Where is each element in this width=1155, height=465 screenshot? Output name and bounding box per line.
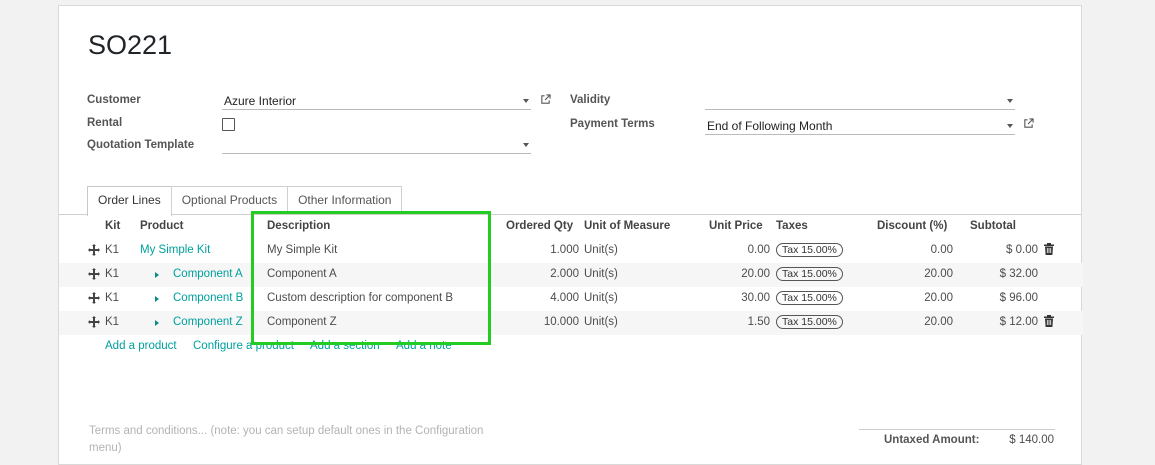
caret-right-icon xyxy=(155,320,159,326)
column-header-taxes[interactable]: Taxes xyxy=(776,220,808,232)
tab-divider xyxy=(59,214,1081,215)
product-cell[interactable]: Component B xyxy=(173,292,243,304)
table-row[interactable]: K1 My Simple Kit My Simple Kit 1.000 Uni… xyxy=(59,239,1083,263)
payment-terms-field[interactable]: End of Following Month xyxy=(705,117,1015,135)
ordered-qty-cell[interactable]: 10.000 xyxy=(499,316,579,328)
chevron-down-icon xyxy=(1007,124,1013,128)
unit-price-cell[interactable]: 30.00 xyxy=(699,292,770,304)
column-header-unit-price[interactable]: Unit Price xyxy=(709,220,763,232)
quotation-template-label: Quotation Template xyxy=(87,139,195,151)
payment-terms-value: End of Following Month xyxy=(707,119,833,133)
discount-cell[interactable]: 20.00 xyxy=(879,292,953,304)
external-link-icon[interactable] xyxy=(1023,118,1034,129)
uom-cell[interactable]: Unit(s) xyxy=(584,316,618,328)
kit-cell: K1 xyxy=(105,268,120,280)
trash-icon[interactable] xyxy=(1044,315,1054,327)
column-header-ordered-qty[interactable]: Ordered Qty xyxy=(506,220,573,232)
uom-cell[interactable]: Unit(s) xyxy=(584,244,618,256)
drag-handle-icon[interactable] xyxy=(88,244,100,256)
tax-badge[interactable]: Tax 15.00% xyxy=(776,243,843,257)
sales-order-sheet: SO221 Customer Azure Interior Rental Quo… xyxy=(58,5,1083,465)
chevron-down-icon xyxy=(523,143,529,147)
notebook-tabs: Order Lines Optional Products Other Info… xyxy=(87,186,403,216)
product-cell[interactable]: Component Z xyxy=(173,316,243,328)
drag-handle-icon[interactable] xyxy=(88,292,100,304)
untaxed-amount-label: Untaxed Amount: xyxy=(884,434,980,446)
discount-cell[interactable]: 20.00 xyxy=(879,268,953,280)
caret-right-icon xyxy=(155,272,159,278)
page-title: SO221 xyxy=(88,30,173,60)
product-cell[interactable]: Component A xyxy=(173,268,243,280)
chevron-down-icon xyxy=(523,99,529,103)
customer-field[interactable]: Azure Interior xyxy=(222,92,531,110)
add-product-link[interactable]: Add a product xyxy=(105,340,177,352)
column-header-subtotal[interactable]: Subtotal xyxy=(970,220,1016,232)
uom-cell[interactable]: Unit(s) xyxy=(584,292,618,304)
ordered-qty-cell[interactable]: 4.000 xyxy=(499,292,579,304)
table-row[interactable]: K1 Component Z Component Z 10.000 Unit(s… xyxy=(59,311,1083,335)
customer-label: Customer xyxy=(87,94,141,106)
kit-cell: K1 xyxy=(105,292,120,304)
kit-cell: K1 xyxy=(105,244,120,256)
unit-price-cell[interactable]: 20.00 xyxy=(699,268,770,280)
untaxed-amount-value: $ 140.00 xyxy=(1009,434,1054,446)
tab-optional-products[interactable]: Optional Products xyxy=(170,186,289,214)
ordered-qty-cell[interactable]: 1.000 xyxy=(499,244,579,256)
caret-right-icon xyxy=(155,296,159,302)
subtotal-cell: $ 96.00 xyxy=(999,292,1038,304)
drag-handle-icon[interactable] xyxy=(88,268,100,280)
validity-label: Validity xyxy=(570,94,611,106)
uom-cell[interactable]: Unit(s) xyxy=(584,268,618,280)
tab-order-lines[interactable]: Order Lines xyxy=(87,186,172,216)
rental-checkbox[interactable] xyxy=(222,118,235,131)
column-header-kit[interactable]: Kit xyxy=(105,220,120,232)
payment-terms-label: Payment Terms xyxy=(570,118,655,130)
highlight-box xyxy=(251,211,491,345)
discount-cell[interactable]: 0.00 xyxy=(879,244,953,256)
tax-badge[interactable]: Tax 15.00% xyxy=(776,291,843,305)
quotation-template-field[interactable] xyxy=(222,136,531,154)
drag-handle-icon[interactable] xyxy=(88,316,100,328)
validity-field[interactable] xyxy=(705,92,1015,110)
chevron-down-icon xyxy=(1007,99,1013,103)
column-header-product[interactable]: Product xyxy=(140,220,183,232)
tab-other-information[interactable]: Other Information xyxy=(287,186,403,214)
column-header-discount[interactable]: Discount (%) xyxy=(877,220,947,232)
unit-price-cell[interactable]: 1.50 xyxy=(699,316,770,328)
subtotal-cell: $ 0.00 xyxy=(1006,244,1038,256)
tax-badge[interactable]: Tax 15.00% xyxy=(776,315,843,329)
subtotal-cell: $ 32.00 xyxy=(999,268,1038,280)
trash-icon[interactable] xyxy=(1044,243,1054,255)
unit-price-cell[interactable]: 0.00 xyxy=(699,244,770,256)
ordered-qty-cell[interactable]: 2.000 xyxy=(499,268,579,280)
totals-divider xyxy=(859,429,1055,430)
rental-label: Rental xyxy=(87,117,123,129)
customer-value: Azure Interior xyxy=(224,94,297,108)
product-cell[interactable]: My Simple Kit xyxy=(140,244,210,256)
discount-cell[interactable]: 20.00 xyxy=(879,316,953,328)
table-row[interactable]: K1 Component B Custom description for co… xyxy=(59,287,1083,311)
column-header-uom[interactable]: Unit of Measure xyxy=(584,220,670,232)
subtotal-cell: $ 12.00 xyxy=(999,316,1038,328)
table-row[interactable]: K1 Component A Component A 2.000 Unit(s)… xyxy=(59,263,1083,287)
external-link-icon[interactable] xyxy=(540,94,551,105)
kit-cell: K1 xyxy=(105,316,120,328)
terms-and-conditions-field[interactable]: Terms and conditions... (note: you can s… xyxy=(89,423,499,457)
tax-badge[interactable]: Tax 15.00% xyxy=(776,267,843,281)
